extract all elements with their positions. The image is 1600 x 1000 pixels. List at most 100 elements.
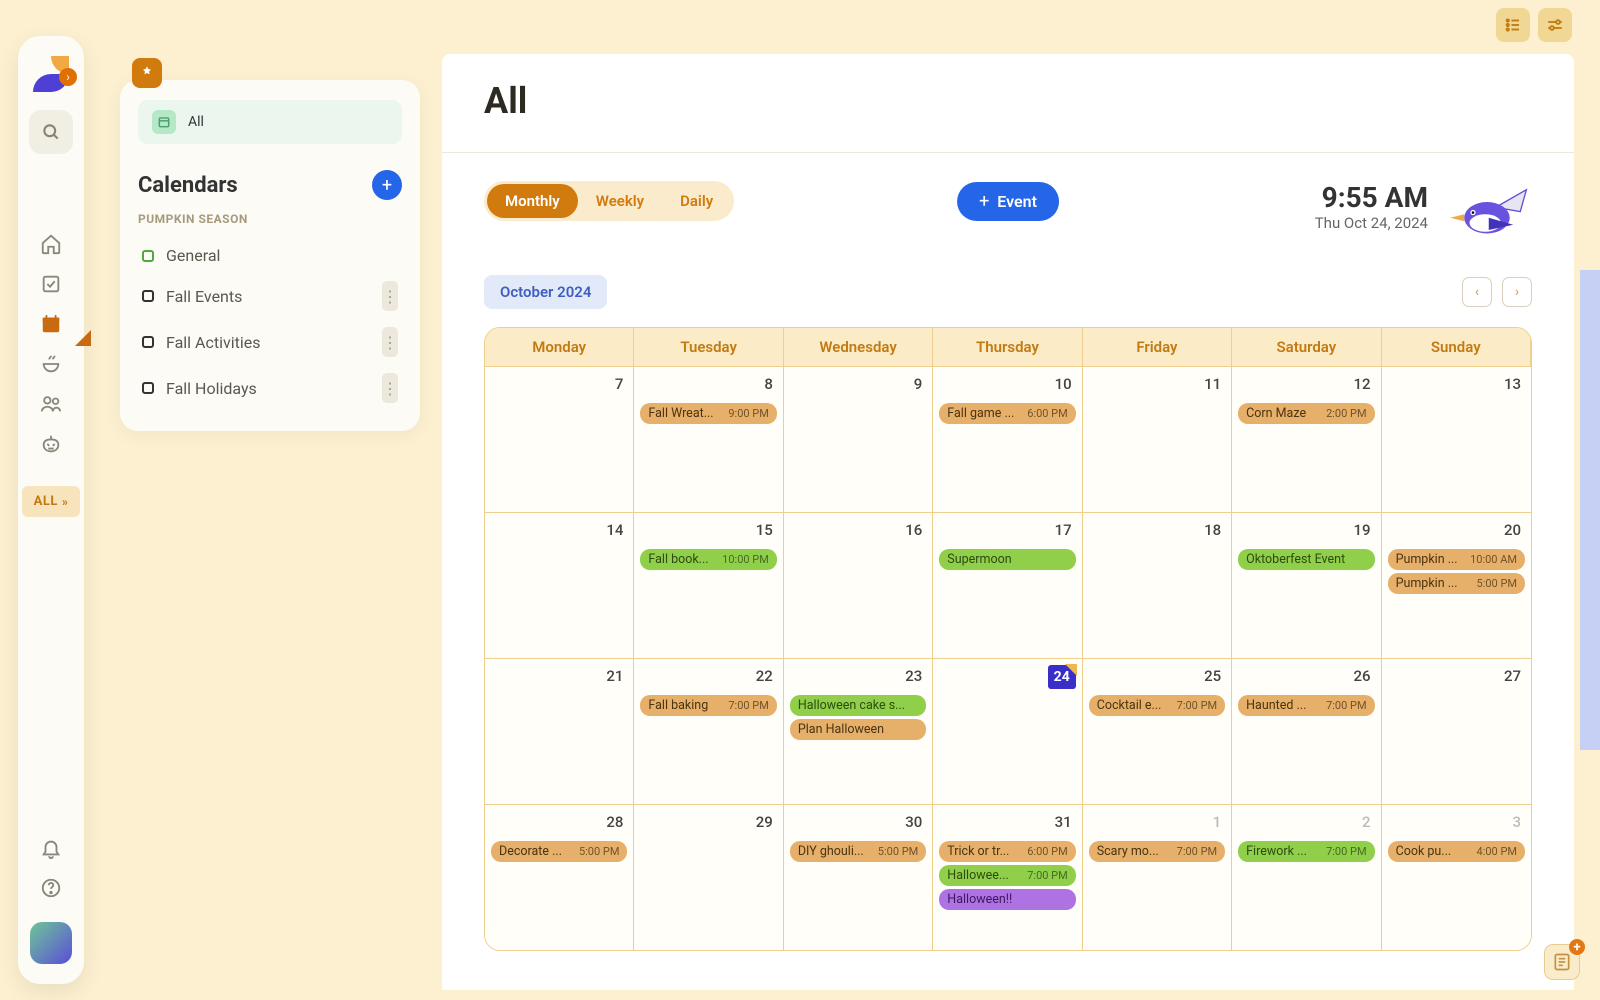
- day-cell[interactable]: 11: [1083, 366, 1232, 512]
- notes-fab[interactable]: [1544, 944, 1580, 980]
- event-pill[interactable]: Fall Wreat...9:00 PM: [640, 403, 776, 424]
- day-cell[interactable]: 25Cocktail e...7:00 PM: [1083, 658, 1232, 804]
- event-pill[interactable]: Fall game ...6:00 PM: [939, 403, 1075, 424]
- calendar-item-fall-holidays[interactable]: Fall Holidays ⋮: [138, 365, 402, 411]
- day-number: 18: [1204, 521, 1221, 539]
- day-cell[interactable]: 29: [634, 804, 783, 950]
- day-cell[interactable]: 28Decorate ...5:00 PM: [485, 804, 634, 950]
- nav-pumpkin[interactable]: [29, 424, 73, 464]
- nav-all[interactable]: ALL»: [22, 486, 80, 517]
- next-month-button[interactable]: ›: [1502, 277, 1532, 307]
- day-cell[interactable]: 3Cook pu...4:00 PM: [1382, 804, 1531, 950]
- day-number: 29: [756, 813, 773, 831]
- add-calendar-button[interactable]: +: [372, 170, 402, 200]
- event-pill[interactable]: Fall book... 10:00 PM: [640, 549, 776, 570]
- event-pill[interactable]: Halloween!!: [939, 889, 1075, 910]
- event-pill[interactable]: Scary mo...7:00 PM: [1089, 841, 1225, 862]
- event-title: DIY ghouli...: [798, 844, 864, 859]
- day-cell[interactable]: 15Fall book...10:00 PM: [634, 512, 783, 658]
- day-cell[interactable]: 22 Fall baking7:00 PM: [634, 658, 783, 804]
- home-icon: [40, 233, 62, 255]
- event-pill[interactable]: Firework ...7:00 PM: [1238, 841, 1374, 862]
- day-cell[interactable]: 7: [485, 366, 634, 512]
- calendar-item-more[interactable]: ⋮: [382, 373, 398, 403]
- day-cell[interactable]: 21: [485, 658, 634, 804]
- prev-month-button[interactable]: ‹: [1462, 277, 1492, 307]
- month-selector[interactable]: October 2024: [484, 275, 607, 309]
- nav-people[interactable]: [29, 384, 73, 424]
- day-cell[interactable]: 31Trick or tr...6:00 PMHallowee...7:00 P…: [933, 804, 1082, 950]
- add-event-button[interactable]: + Event: [957, 182, 1059, 221]
- day-cell[interactable]: 24: [933, 658, 1082, 804]
- day-cell[interactable]: 23Halloween cake s...Plan Halloween: [784, 658, 933, 804]
- day-header: Saturday: [1232, 328, 1381, 366]
- event-pill[interactable]: Pumpkin ...5:00 PM: [1388, 573, 1525, 594]
- all-calendars-row[interactable]: All: [138, 100, 402, 144]
- view-monthly[interactable]: Monthly: [487, 184, 578, 218]
- calendar-item-fall-activities[interactable]: Fall Activities⋮: [138, 319, 402, 365]
- day-cell[interactable]: 8Fall Wreat...9:00 PM: [634, 366, 783, 512]
- day-number: 12: [1354, 375, 1371, 393]
- day-cell[interactable]: 26 Haunted ...7:00 PM: [1232, 658, 1381, 804]
- event-title: Supermoon: [947, 552, 1011, 567]
- event-pill[interactable]: Corn Maze2:00 PM: [1238, 403, 1374, 424]
- event-pill[interactable]: Fall baking7:00 PM: [640, 695, 776, 716]
- day-number: 22: [756, 667, 773, 685]
- calendar-item-general[interactable]: General: [138, 238, 402, 273]
- day-cell[interactable]: 30DIY ghouli...5:00 PM: [784, 804, 933, 950]
- event-title: Fall book...: [648, 552, 708, 567]
- view-weekly[interactable]: Weekly: [578, 184, 662, 218]
- event-pill[interactable]: Pumpkin ...10:00 AM: [1388, 549, 1525, 570]
- event-pill[interactable]: Haunted ...7:00 PM: [1238, 695, 1374, 716]
- topbar-list-button[interactable]: [1496, 8, 1530, 42]
- current-date: Thu Oct 24, 2024: [1315, 214, 1428, 232]
- calendar-item-label: Fall Holidays: [166, 379, 257, 398]
- nav-tasks[interactable]: [29, 264, 73, 304]
- event-title: Fall game ...: [947, 406, 1014, 421]
- event-pill[interactable]: Oktoberfest Event: [1238, 549, 1374, 570]
- day-cell[interactable]: 17Supermoon: [933, 512, 1082, 658]
- day-number: 26: [1354, 667, 1371, 685]
- event-pill[interactable]: Plan Halloween: [790, 719, 926, 740]
- day-cell[interactable]: 14: [485, 512, 634, 658]
- day-cell[interactable]: 16: [784, 512, 933, 658]
- nav-calendar[interactable]: [29, 304, 73, 344]
- event-pill[interactable]: Trick or tr...6:00 PM: [939, 841, 1075, 862]
- event-pill[interactable]: Decorate ...5:00 PM: [491, 841, 627, 862]
- event-pill[interactable]: Cook pu...4:00 PM: [1388, 841, 1525, 862]
- expand-rail-button[interactable]: ›: [59, 68, 77, 86]
- topbar-sliders-button[interactable]: [1538, 8, 1572, 42]
- nav-meals[interactable]: [29, 344, 73, 384]
- day-number: 14: [606, 521, 623, 539]
- day-cell[interactable]: 27: [1382, 658, 1531, 804]
- search-button[interactable]: [29, 110, 73, 154]
- event-title: Cocktail e...: [1097, 698, 1162, 713]
- event-time: 7:00 PM: [728, 699, 768, 712]
- event-pill[interactable]: Cocktail e...7:00 PM: [1089, 695, 1225, 716]
- day-cell[interactable]: 12 Corn Maze2:00 PM: [1232, 366, 1381, 512]
- user-avatar[interactable]: [30, 922, 72, 964]
- day-cell[interactable]: 20Pumpkin ...10:00 AMPumpkin ...5:00 PM: [1382, 512, 1531, 658]
- nav-notifications[interactable]: [29, 828, 73, 868]
- event-title: Halloween cake s...: [798, 698, 905, 713]
- calendar-item-more[interactable]: ⋮: [382, 327, 398, 357]
- calendar-item-fall-events[interactable]: Fall Events⋮: [138, 273, 402, 319]
- day-cell[interactable]: 1Scary mo...7:00 PM: [1083, 804, 1232, 950]
- day-cell[interactable]: 19Oktoberfest Event: [1232, 512, 1381, 658]
- view-daily[interactable]: Daily: [662, 184, 731, 218]
- day-cell[interactable]: 9: [784, 366, 933, 512]
- day-cell[interactable]: 13: [1382, 366, 1531, 512]
- nav-help[interactable]: [29, 868, 73, 908]
- calendar-item-more[interactable]: ⋮: [382, 281, 398, 311]
- day-cell[interactable]: 2Firework ...7:00 PM: [1232, 804, 1381, 950]
- event-time: 6:00 PM: [1027, 845, 1067, 858]
- event-pill[interactable]: Halloween cake s...: [790, 695, 926, 716]
- day-cell[interactable]: 10Fall game ...6:00 PM: [933, 366, 1082, 512]
- event-pill[interactable]: DIY ghouli...5:00 PM: [790, 841, 926, 862]
- event-pill[interactable]: Supermoon: [939, 549, 1075, 570]
- event-time: 10:00 PM: [722, 553, 769, 566]
- nav-home[interactable]: [29, 224, 73, 264]
- day-cell[interactable]: 18: [1083, 512, 1232, 658]
- event-pill[interactable]: Hallowee...7:00 PM: [939, 865, 1075, 886]
- season-label: PUMPKIN SEASON: [138, 212, 402, 226]
